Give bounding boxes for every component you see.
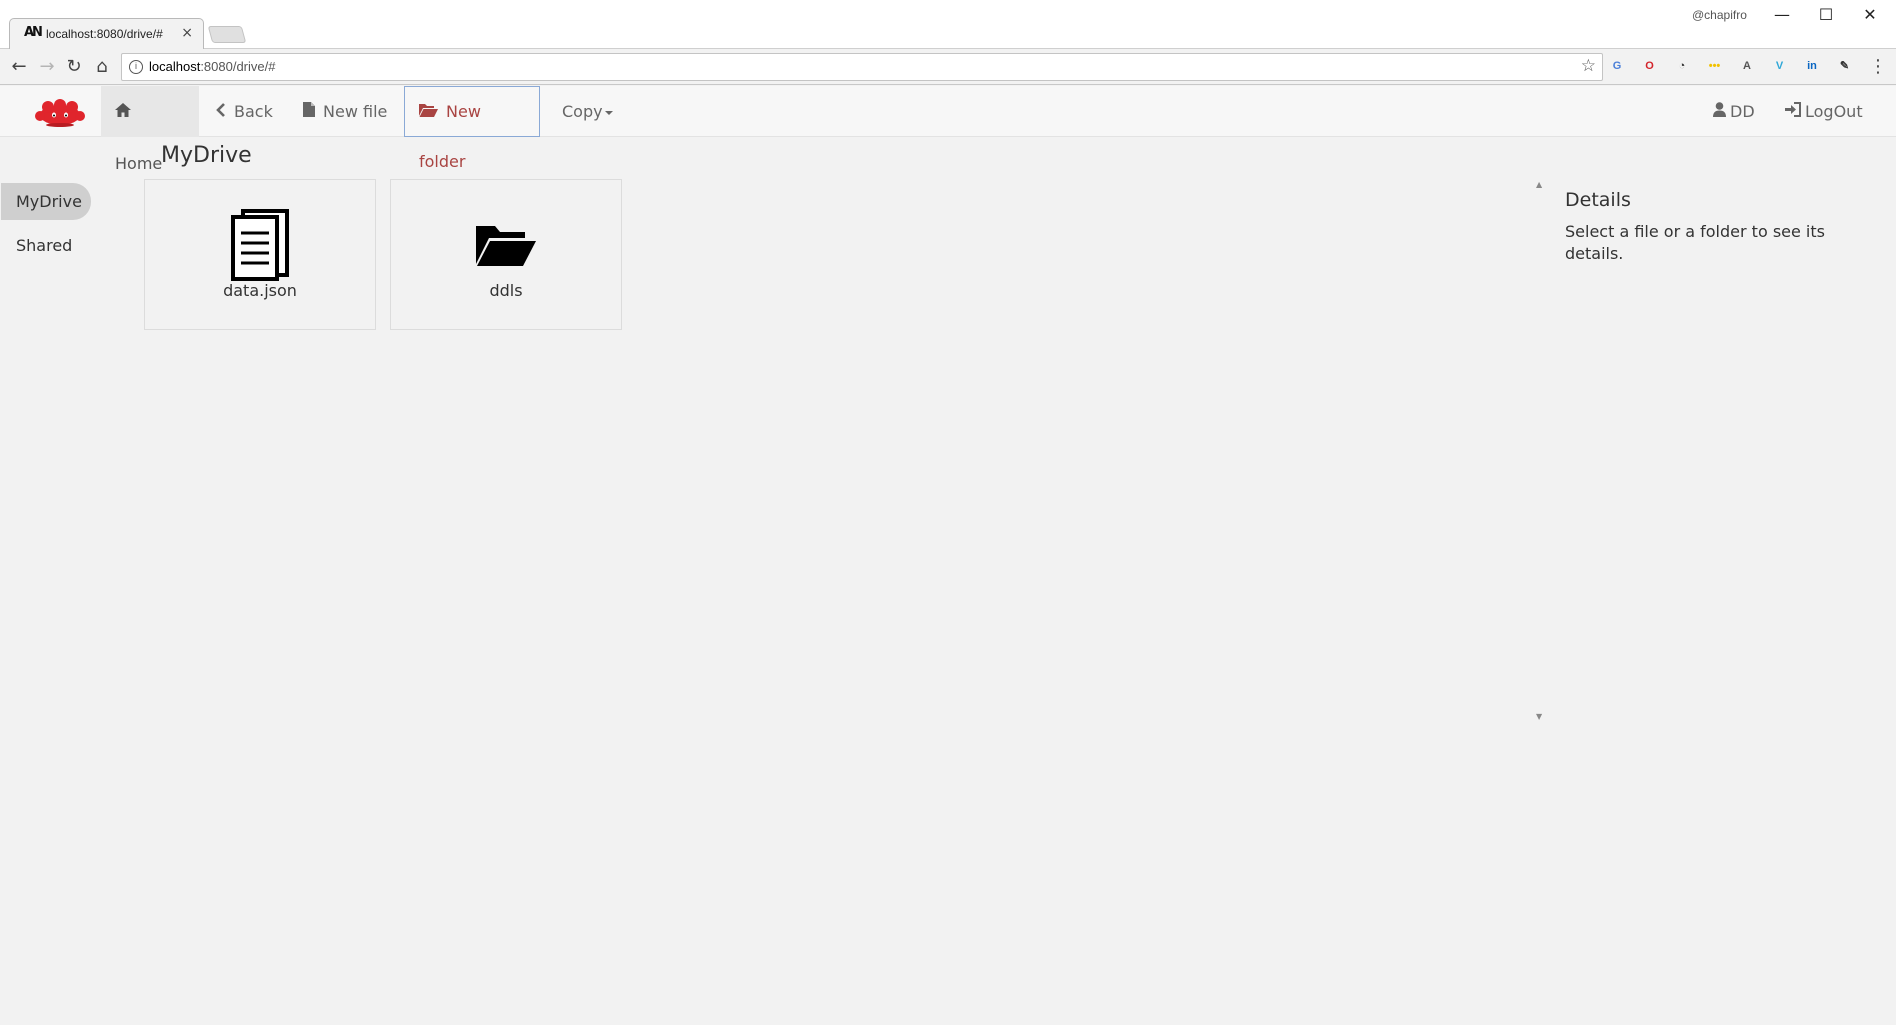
browser-toolbar: ← → ↻ ⌂ i localhost:8080/drive/# ☆ G O ◔ ••… <box>0 49 1896 85</box>
nav-new-folder-button[interactable]: New folder <box>404 86 540 171</box>
tab-favicon-icon: AN <box>24 25 43 40</box>
user-icon <box>1713 87 1726 138</box>
profile-name[interactable]: @chapifro <box>1692 8 1747 22</box>
nav-new-file-button[interactable]: New file <box>289 86 401 137</box>
nav-user-button[interactable]: DD <box>1699 86 1769 137</box>
file-icon <box>303 87 315 138</box>
nav-home-button[interactable]: Home <box>101 86 199 173</box>
tab-close-icon[interactable]: × <box>181 25 193 41</box>
scroll-down-icon[interactable]: ▼ <box>1536 712 1542 721</box>
minimize-icon[interactable]: — <box>1762 4 1802 26</box>
sign-in-icon <box>1785 87 1801 138</box>
page-title: MyDrive <box>161 143 252 168</box>
nav-back-label: Back <box>234 102 273 121</box>
nav-logout-button[interactable]: LogOut <box>1771 86 1877 137</box>
close-window-icon[interactable]: ✕ <box>1850 4 1890 26</box>
nav-copy-label: Copy <box>562 102 603 121</box>
nav-logout-label: LogOut <box>1805 102 1863 121</box>
clock-extension-icon[interactable]: ◔ <box>1673 57 1691 75</box>
scroll-up-icon[interactable]: ▲ <box>1536 180 1542 189</box>
translate-extension-icon[interactable]: G <box>1608 57 1626 75</box>
info-icon[interactable]: i <box>129 60 143 74</box>
browser-menu-icon[interactable]: ⋮ <box>1866 55 1890 79</box>
bookmark-star-icon[interactable]: ☆ <box>1581 56 1596 76</box>
app-logo[interactable] <box>34 98 86 128</box>
nav-user-label: DD <box>1730 102 1755 121</box>
tab-title: localhost:8080/drive/# <box>46 27 163 41</box>
chevron-left-icon <box>216 87 226 138</box>
angular-extension-icon[interactable]: A <box>1738 57 1756 75</box>
home-icon[interactable]: ⌂ <box>90 55 114 79</box>
details-text: Select a file or a folder to see its det… <box>1565 222 1825 263</box>
nav-home-label: Home <box>115 154 163 173</box>
vuejs-extension-icon[interactable]: V <box>1771 57 1789 75</box>
document-icon <box>231 209 289 281</box>
sidebar-item-mydrive[interactable]: MyDrive <box>1 183 91 220</box>
maximize-icon[interactable]: ☐ <box>1806 4 1846 26</box>
forward-arrow-icon[interactable]: → <box>35 55 59 79</box>
caret-down-icon <box>604 110 613 115</box>
sidebar-item-label: Shared <box>16 236 73 255</box>
app-navbar: Home Back New file New folder Copy DD Lo… <box>0 86 1896 173</box>
address-bar[interactable]: i localhost:8080/drive/# ☆ <box>121 53 1603 81</box>
nav-new-file-label: New file <box>323 102 388 121</box>
browser-titlebar: AN localhost:8080/drive/# × @chapifro — … <box>0 0 1896 50</box>
sidebar-item-shared[interactable]: Shared <box>1 227 72 264</box>
home-icon <box>115 87 131 138</box>
file-name: data.json <box>223 281 297 300</box>
opera-extension-icon[interactable]: O <box>1641 57 1659 75</box>
url-text[interactable]: localhost:8080/drive/# <box>149 59 275 74</box>
password-extension-icon[interactable]: ••• <box>1706 57 1724 75</box>
nav-copy-dropdown[interactable]: Copy <box>548 86 627 137</box>
details-title: Details <box>1565 189 1631 211</box>
folder-open-icon <box>419 88 438 137</box>
reload-icon[interactable]: ↻ <box>62 55 86 79</box>
sidebar-item-label: MyDrive <box>16 192 82 211</box>
eyedropper-extension-icon[interactable]: ✎ <box>1836 57 1854 75</box>
back-arrow-icon[interactable]: ← <box>7 55 31 79</box>
new-tab-button[interactable] <box>207 26 247 43</box>
folder-name: ddls <box>489 281 523 300</box>
nav-back-button[interactable]: Back <box>202 86 287 137</box>
details-scrollbar[interactable]: ▲ ▼ <box>1534 180 1548 726</box>
folder-open-icon <box>476 226 536 266</box>
folder-card-ddls[interactable]: ddls <box>390 179 622 330</box>
browser-tab[interactable]: AN localhost:8080/drive/# × <box>9 18 204 50</box>
linkedin-extension-icon[interactable]: in <box>1803 57 1821 75</box>
file-card-data-json[interactable]: data.json <box>144 179 376 330</box>
